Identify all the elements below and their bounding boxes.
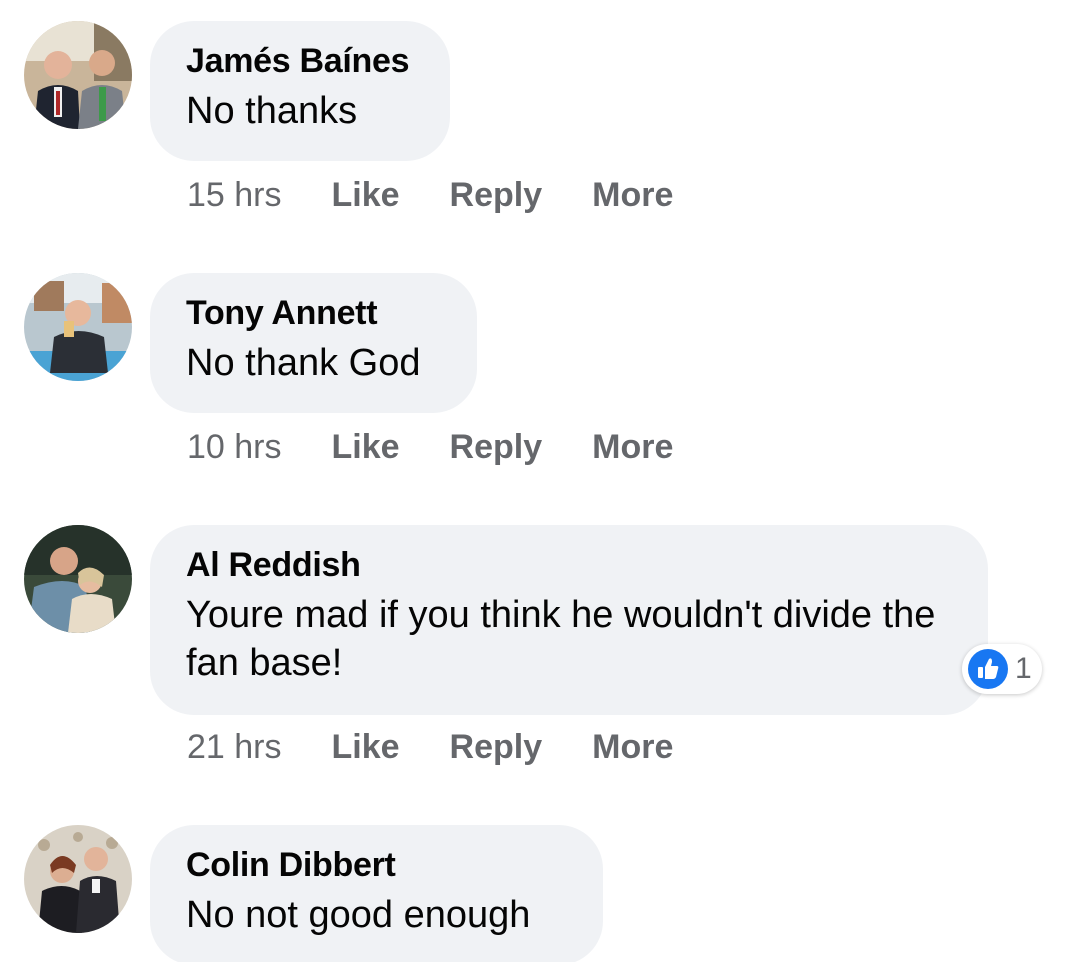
reply-button[interactable]: Reply [450,728,543,767]
comment-bubble: Colin Dibbert No not good enough [150,825,603,962]
avatar-photo [24,825,132,933]
comment-text: No thank God [186,342,421,384]
comment-actions: 10 hrs Like Reply More [187,425,723,469]
comment-time[interactable]: 10 hrs [187,428,282,467]
avatar[interactable] [24,825,132,933]
reply-button[interactable]: Reply [450,428,543,467]
comment-bubble: Jamés Baínes No thanks [150,21,450,161]
thumbs-up-icon [968,649,1008,689]
avatar[interactable] [24,273,132,381]
avatar-photo [24,525,132,633]
comment-text: Youre mad if you think he wouldn't divid… [186,594,936,684]
avatar[interactable] [24,21,132,129]
like-button[interactable]: Like [332,176,400,215]
comment-bubble: Tony Annett No thank God [150,273,477,413]
reaction-count: 1 [1015,652,1032,685]
avatar-photo [24,273,132,381]
comment-author[interactable]: Colin Dibbert [186,845,567,885]
comment-time[interactable]: 21 hrs [187,728,282,767]
comment-actions: 21 hrs Like Reply More [187,725,723,769]
comment-author[interactable]: Jamés Baínes [186,41,414,81]
like-button[interactable]: Like [332,428,400,467]
reaction-badge[interactable]: 1 [962,644,1042,694]
avatar-photo [24,21,132,129]
reply-button[interactable]: Reply [450,176,543,215]
comment-author[interactable]: Al Reddish [186,545,952,585]
comment-actions: 15 hrs Like Reply More [187,173,723,217]
like-button[interactable]: Like [332,728,400,767]
comment-list: Jamés Baínes No thanks 15 hrs Like Reply… [0,0,1080,962]
more-button[interactable]: More [592,176,673,215]
comment-time[interactable]: 15 hrs [187,176,282,215]
comment-bubble: Al Reddish Youre mad if you think he wou… [150,525,988,715]
comment-text: No thanks [186,90,358,132]
avatar[interactable] [24,525,132,633]
more-button[interactable]: More [592,728,673,767]
comment-text: No not good enough [186,894,531,936]
more-button[interactable]: More [592,428,673,467]
comment-author[interactable]: Tony Annett [186,293,441,333]
